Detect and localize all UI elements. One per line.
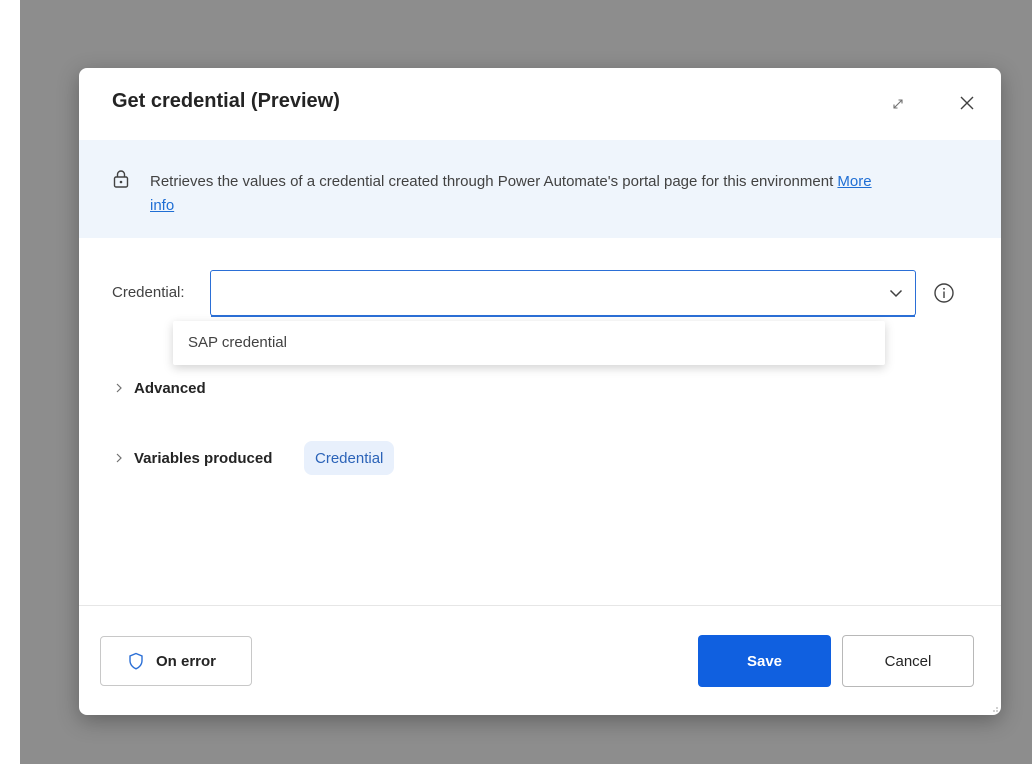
field-focus-underline [211,314,915,317]
variables-produced-label: Variables produced [134,449,273,467]
chevron-right-icon [116,383,122,393]
variable-chip-credential[interactable]: Credential [304,441,395,475]
credential-combobox[interactable] [210,270,916,317]
info-icon[interactable] [932,281,956,305]
dropdown-option[interactable]: SAP credential [173,321,885,365]
lock-icon [113,170,129,188]
resize-grip-icon[interactable] [989,703,999,713]
shield-icon [129,652,143,670]
close-button[interactable] [953,89,981,117]
chevron-right-icon [116,453,122,463]
credential-dropdown-button[interactable] [883,280,909,306]
get-credential-dialog: Get credential (Preview) Retrieves the v… [79,68,1001,715]
credential-dropdown-list: SAP credential [173,321,885,365]
advanced-label: Advanced [134,379,206,397]
chevron-down-icon [889,289,903,298]
cancel-button[interactable]: Cancel [842,635,974,687]
close-icon [960,96,974,110]
on-error-label: On error [156,652,217,670]
banner-description: Retrieves the values of a credential cre… [150,170,880,218]
footer-divider [79,605,1001,606]
on-error-button[interactable]: On error [100,636,252,686]
expand-button[interactable] [885,91,911,117]
variables-produced-toggle[interactable]: Variables produced [112,446,272,470]
dropdown-option-label: SAP credential [188,334,287,351]
dialog-title: Get credential (Preview) [112,90,340,112]
advanced-section-toggle[interactable]: Advanced [112,376,206,400]
save-button[interactable]: Save [698,635,831,687]
banner-text: Retrieves the values of a credential cre… [150,173,838,190]
expand-diagonal-icon [893,99,903,109]
credential-label: Credential: [112,284,185,301]
credential-input[interactable] [221,279,865,309]
info-banner: Retrieves the values of a credential cre… [79,140,1001,238]
